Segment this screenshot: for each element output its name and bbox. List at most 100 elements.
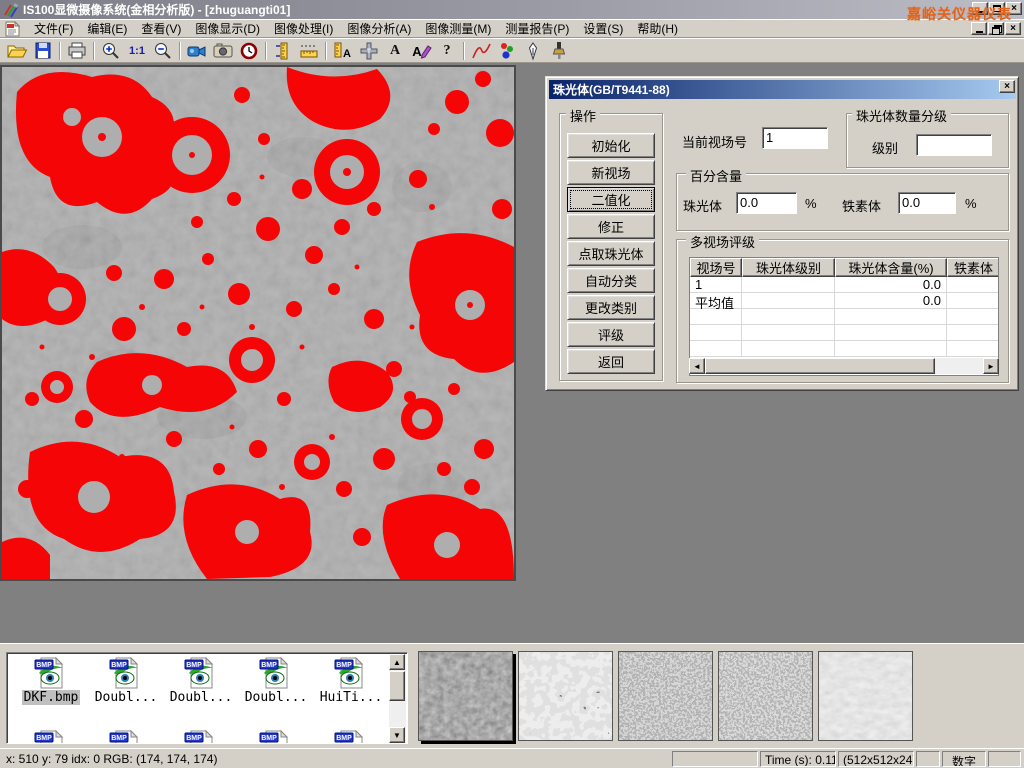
scroll-left-arrow[interactable]: ◄ [689,358,705,374]
file-name[interactable]: HuiTi... [318,690,385,705]
menu-view[interactable]: 查看(V) [134,19,188,38]
percent-group-label: 百分含量 [686,166,746,185]
change-class-button[interactable]: 更改类别 [567,295,655,320]
micrograph-image[interactable] [0,65,516,581]
scroll-right-arrow[interactable]: ► [983,358,999,374]
file-name[interactable]: DKF.bmp [22,690,81,705]
edit-annotation-icon[interactable]: A [408,40,434,62]
file-item-partial[interactable]: BMP [15,729,87,744]
scrollbar-thumb[interactable] [705,358,935,374]
toolbar-separator [463,42,465,60]
pearlite-percent-input[interactable]: 0.0 [736,192,797,214]
video-capture-icon[interactable] [184,40,210,62]
scroll-down-arrow[interactable]: ▼ [389,727,405,743]
file-name[interactable]: Doubl... [93,690,160,705]
file-list-scrollbar[interactable]: ▲ ▼ [389,654,406,743]
status-panel-empty [672,751,758,767]
return-button[interactable]: 返回 [567,349,655,374]
file-name[interactable]: Doubl... [243,690,310,705]
count-markers-icon[interactable] [494,40,520,62]
minimize-icon [976,31,983,33]
save-icon[interactable] [30,40,56,62]
menu-file[interactable]: 文件(F) [27,19,80,38]
menu-image-display[interactable]: 图像显示(D) [188,19,267,38]
status-time: Time (s): 0.113 [760,751,836,767]
timer-clock-icon[interactable] [236,40,262,62]
table-row[interactable]: 平均值 0.0 [690,293,999,309]
bmp-file-icon: BMP [109,656,143,690]
open-file-icon[interactable] [4,40,30,62]
ferrite-percent-input[interactable]: 0.0 [898,192,956,214]
thumbnail-5[interactable] [818,651,913,741]
bmp-file-icon: BMP [109,729,143,744]
binarize-button[interactable]: 二值化 [567,187,655,212]
file-list[interactable]: BMP DKF.bmp BMP Doubl... BMP Doubl... [6,652,408,744]
file-item-partial[interactable]: BMP [240,729,312,744]
zoom-out-icon[interactable] [150,40,176,62]
brush-tool-icon[interactable] [546,40,572,62]
restore-icon [992,25,1001,33]
menu-report[interactable]: 测量报告(P) [498,19,576,38]
level-label: 级别 [872,138,898,157]
file-name[interactable]: Doubl... [168,690,235,705]
cell-field: 1 [690,277,742,293]
curve-tool-icon[interactable] [468,40,494,62]
current-field-input[interactable]: 1 [762,127,828,149]
svg-text:BMP: BMP [186,735,202,742]
vendor-watermark: 嘉峪关仪器仪表 [907,4,1012,24]
column-header-ferrite[interactable]: 铁素体 [947,258,999,277]
dialog-close-button[interactable]: × [999,80,1015,93]
table-horizontal-scrollbar[interactable]: ◄ ► [689,358,999,374]
file-item[interactable]: BMP Doubl... [240,656,312,705]
dialog-title-bar[interactable]: 珠光体(GB/T9441-88) [549,80,1016,99]
scroll-up-arrow[interactable]: ▲ [389,654,405,670]
file-item-partial[interactable]: BMP [165,729,237,744]
level-input[interactable] [916,134,992,156]
grid-cross-icon[interactable] [356,40,382,62]
dialog-title: 珠光体(GB/T9441-88) [553,81,670,98]
menu-help[interactable]: 帮助(H) [630,19,685,38]
thumbnail-4[interactable] [718,651,813,741]
measure-text-icon[interactable]: A [330,40,356,62]
file-item[interactable]: BMP DKF.bmp [15,656,87,705]
toolbar-separator [265,42,267,60]
actual-size-icon[interactable]: 1:1 [124,40,150,62]
pick-pearlite-button[interactable]: 点取珠光体 [567,241,655,266]
thumbnail-2[interactable] [518,651,613,741]
help-icon[interactable]: ? [434,40,460,62]
thumbnail-1[interactable] [418,651,513,741]
file-item-partial[interactable]: BMP [90,729,162,744]
file-item[interactable]: BMP Doubl... [165,656,237,705]
file-item-partial[interactable]: BMP [315,729,387,744]
file-browser-panel: BMP DKF.bmp BMP Doubl... BMP Doubl... [0,643,1024,748]
pen-tool-icon[interactable] [520,40,546,62]
print-icon[interactable] [64,40,90,62]
svg-text:BMP: BMP [36,662,52,669]
auto-classify-button[interactable]: 自动分类 [567,268,655,293]
new-field-button[interactable]: 新视场 [567,160,655,185]
menu-image-analysis[interactable]: 图像分析(A) [340,19,418,38]
bmp-file-icon: BMP [259,729,293,744]
scrollbar-thumb[interactable] [389,671,405,701]
svg-text:BMP: BMP [186,662,202,669]
init-button[interactable]: 初始化 [567,133,655,158]
camera-capture-icon[interactable] [210,40,236,62]
menu-image-measure[interactable]: 图像测量(M) [418,19,498,38]
svg-text:BMP: BMP [261,662,277,669]
thumbnail-3[interactable] [618,651,713,741]
column-header-field[interactable]: 视场号 [690,258,742,277]
menu-image-processing[interactable]: 图像处理(I) [267,19,340,38]
zoom-in-icon[interactable] [98,40,124,62]
menu-edit[interactable]: 编辑(E) [80,19,134,38]
text-annotation-icon[interactable]: A [382,40,408,62]
column-header-pearlite[interactable]: 珠光体含量(%) [835,258,947,277]
file-item[interactable]: BMP Doubl... [90,656,162,705]
vertical-caliper-icon[interactable] [270,40,296,62]
horizontal-ruler-icon[interactable] [296,40,322,62]
grade-button[interactable]: 评级 [567,322,655,347]
menu-settings[interactable]: 设置(S) [576,19,630,38]
file-item[interactable]: BMP HuiTi... [315,656,387,705]
column-header-grade[interactable]: 珠光体级别 [742,258,835,277]
correct-button[interactable]: 修正 [567,214,655,239]
table-row[interactable]: 1 0.0 [690,277,999,293]
